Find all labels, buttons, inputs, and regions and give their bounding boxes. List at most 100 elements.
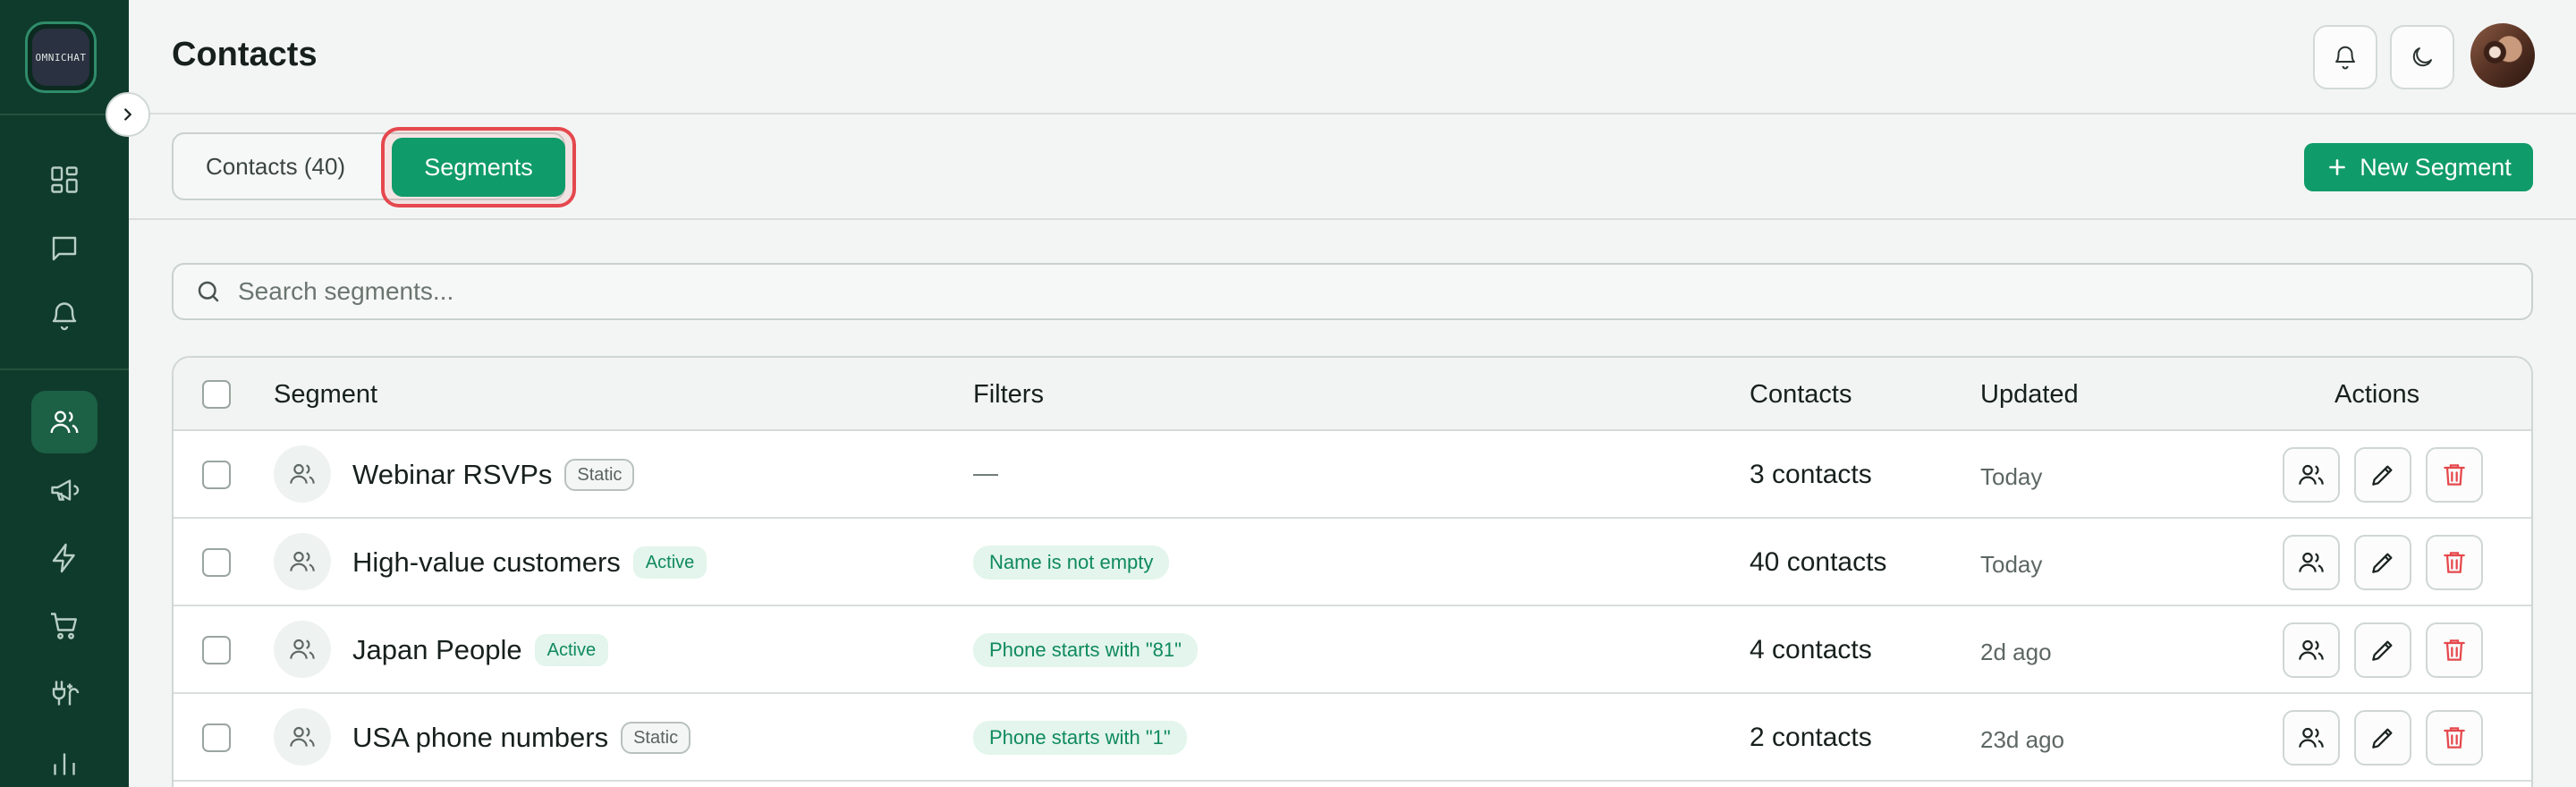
segment-name: High-value customers xyxy=(352,546,621,578)
app-logo-text: OMNICHAT xyxy=(32,29,89,86)
segment-name-link[interactable]: High-value customers Active xyxy=(352,546,708,579)
users-icon xyxy=(2299,552,2324,572)
sidebar-item-notifications[interactable] xyxy=(31,284,97,347)
delete-segment-button[interactable] xyxy=(2426,622,2483,678)
segment-name: Webinar RSVPs xyxy=(352,459,553,490)
segment-contact-count: 40 contacts xyxy=(1750,547,1887,577)
segment-filter-pill: Name is not empty xyxy=(973,546,1170,580)
segment-name-link[interactable]: Japan People Active xyxy=(352,634,609,666)
user-avatar[interactable] xyxy=(2470,23,2535,88)
view-contacts-button[interactable] xyxy=(2283,622,2340,678)
users-icon xyxy=(290,639,315,659)
search-icon xyxy=(198,281,219,302)
delete-segment-button[interactable] xyxy=(2426,710,2483,766)
lightning-icon xyxy=(52,543,75,573)
sidebar-item-integrations[interactable] xyxy=(31,662,97,724)
segment-type-badge: Static xyxy=(564,459,635,491)
search-input[interactable] xyxy=(238,277,2474,306)
column-header-actions: Actions xyxy=(2334,380,2420,409)
column-header-filters[interactable]: Filters xyxy=(973,380,1044,410)
bell-icon xyxy=(2335,46,2355,70)
segment-updated: Today xyxy=(1980,551,2043,578)
segment-contact-count: 2 contacts xyxy=(1750,723,1872,752)
segment-filter-pill: Phone starts with "1" xyxy=(973,721,1187,755)
sidebar-item-analytics[interactable] xyxy=(31,732,97,787)
tab-contacts[interactable]: Contacts (40) xyxy=(193,134,358,199)
trash-icon xyxy=(2444,464,2465,486)
sidebar-item-dashboard[interactable] xyxy=(31,148,97,211)
segment-type-badge: Static xyxy=(621,722,691,754)
delete-segment-button[interactable] xyxy=(2426,447,2483,503)
table-row[interactable]: High-value customers Active Name is not … xyxy=(174,519,2531,606)
moon-icon xyxy=(2412,47,2432,67)
view-contacts-button[interactable] xyxy=(2283,447,2340,503)
theme-toggle-button[interactable] xyxy=(2390,25,2454,89)
users-icon xyxy=(50,410,79,434)
trash-icon xyxy=(2444,639,2465,661)
cart-icon xyxy=(51,613,77,639)
trash-icon xyxy=(2444,727,2465,749)
row-checkbox[interactable] xyxy=(202,548,231,577)
users-icon xyxy=(2299,727,2324,748)
segment-name-link[interactable]: USA phone numbers Static xyxy=(352,722,691,754)
sidebar-item-contacts[interactable] xyxy=(31,391,97,453)
sidebar-item-commerce[interactable] xyxy=(31,595,97,657)
new-segment-label: New Segment xyxy=(2360,153,2512,181)
top-header: Contacts xyxy=(129,0,2576,114)
pencil-icon xyxy=(2372,553,2393,573)
segment-name: Japan People xyxy=(352,634,522,665)
plus-icon xyxy=(2329,159,2346,175)
users-icon xyxy=(2299,639,2324,660)
tab-segments[interactable]: Segments xyxy=(392,138,565,197)
trash-icon xyxy=(2444,552,2465,573)
table-row[interactable]: USA phone numbers Static Phone starts wi… xyxy=(174,694,2531,782)
new-segment-button[interactable]: New Segment xyxy=(2304,143,2533,191)
edit-segment-button[interactable] xyxy=(2354,447,2411,503)
segment-avatar xyxy=(274,621,331,678)
column-header-contacts[interactable]: Contacts xyxy=(1750,380,1852,410)
segment-name: USA phone numbers xyxy=(352,722,609,753)
search-bar xyxy=(172,263,2533,320)
sidebar-divider xyxy=(0,368,129,370)
edit-segment-button[interactable] xyxy=(2354,622,2411,678)
segment-avatar xyxy=(274,708,331,766)
segment-type-badge: Active xyxy=(632,546,708,579)
table-row[interactable]: Webinar RSVPs Static — 3 contacts Today xyxy=(174,431,2531,519)
users-icon xyxy=(290,726,315,747)
segment-avatar xyxy=(274,445,331,503)
bell-icon xyxy=(52,302,77,331)
row-checkbox[interactable] xyxy=(202,724,231,752)
edit-segment-button[interactable] xyxy=(2354,710,2411,766)
segment-type-badge: Active xyxy=(534,634,609,666)
segment-contact-count: 4 contacts xyxy=(1750,635,1872,664)
table-row[interactable]: Japan People Active Phone starts with "8… xyxy=(174,606,2531,694)
sidebar-item-automations[interactable] xyxy=(31,527,97,589)
plug-icon xyxy=(52,681,80,706)
edit-segment-button[interactable] xyxy=(2354,535,2411,590)
delete-segment-button[interactable] xyxy=(2426,535,2483,590)
column-header-updated[interactable]: Updated xyxy=(1980,380,2079,410)
table-header: Segment Filters Contacts Updated Actions xyxy=(174,358,2531,431)
pencil-icon xyxy=(2372,465,2393,486)
segment-contact-count: 3 contacts xyxy=(1750,460,1872,489)
users-icon xyxy=(290,463,315,484)
megaphone-icon xyxy=(51,479,80,501)
sidebar-toggle-button[interactable] xyxy=(106,92,150,137)
pencil-icon xyxy=(2372,728,2393,749)
select-all-checkbox[interactable] xyxy=(202,380,231,409)
segment-updated: Today xyxy=(1980,463,2043,490)
view-contacts-button[interactable] xyxy=(2283,535,2340,590)
row-checkbox[interactable] xyxy=(202,636,231,664)
notifications-button[interactable] xyxy=(2313,25,2377,89)
sidebar-item-inbox[interactable] xyxy=(31,217,97,280)
app-logo[interactable]: OMNICHAT xyxy=(25,21,97,93)
users-icon xyxy=(290,551,315,571)
segment-updated: 2d ago xyxy=(1980,639,2052,665)
view-contacts-button[interactable] xyxy=(2283,710,2340,766)
segment-filter-empty: — xyxy=(973,459,998,487)
row-checkbox[interactable] xyxy=(202,461,231,489)
column-header-segment[interactable]: Segment xyxy=(274,380,377,410)
sidebar-item-campaigns[interactable] xyxy=(31,459,97,521)
segment-name-link[interactable]: Webinar RSVPs Static xyxy=(352,459,635,491)
segment-updated: 23d ago xyxy=(1980,726,2064,753)
